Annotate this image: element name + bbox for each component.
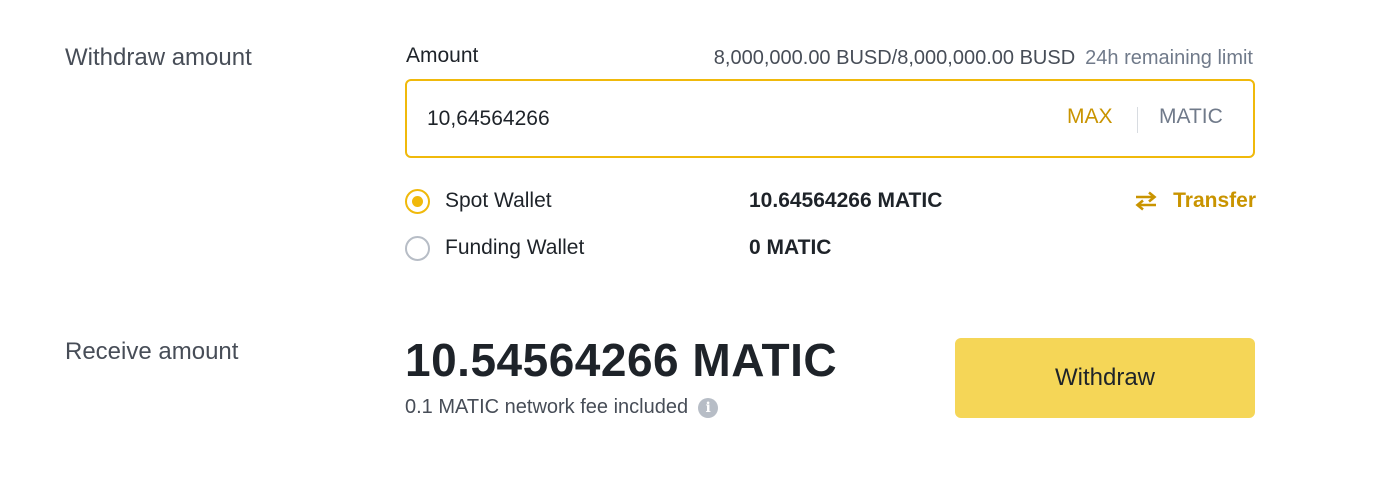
funding-wallet-balance: 0 MATIC bbox=[749, 236, 832, 259]
withdraw-button[interactable]: Withdraw bbox=[955, 338, 1255, 418]
info-icon[interactable]: i bbox=[698, 397, 719, 418]
amount-label: Amount bbox=[406, 44, 479, 67]
transfer-arrows-icon bbox=[1135, 191, 1157, 211]
funding-wallet-radio[interactable] bbox=[405, 236, 430, 261]
withdraw-amount-label: Withdraw amount bbox=[65, 44, 252, 71]
currency-unit: MATIC bbox=[1159, 105, 1223, 128]
wallet-option-spot[interactable]: Spot Wallet 10.64564266 MATIC Transfer bbox=[404, 186, 1256, 218]
transfer-button[interactable]: Transfer bbox=[1135, 186, 1256, 216]
input-divider bbox=[1137, 107, 1138, 133]
remaining-limit: 8,000,000.00 BUSD/8,000,000.00 BUSD 24h r… bbox=[714, 47, 1253, 70]
amount-input-box: MAX MATIC bbox=[405, 79, 1255, 158]
max-button[interactable]: MAX bbox=[1067, 105, 1113, 129]
amount-header: Amount 8,000,000.00 BUSD/8,000,000.00 BU… bbox=[406, 44, 1255, 76]
spot-wallet-label: Spot Wallet bbox=[445, 189, 552, 212]
receive-amount-value: 10.54564266 MATIC bbox=[405, 334, 838, 386]
funding-wallet-label: Funding Wallet bbox=[445, 236, 585, 259]
withdraw-form: Withdraw amount Amount 8,000,000.00 BUSD… bbox=[0, 0, 1400, 488]
fee-text: 0.1 MATIC network fee included bbox=[405, 396, 689, 418]
amount-input[interactable] bbox=[427, 103, 987, 135]
limit-value: 8,000,000.00 BUSD/8,000,000.00 BUSD bbox=[713, 47, 1076, 69]
transfer-label: Transfer bbox=[1173, 189, 1256, 212]
network-fee-note: 0.1 MATIC network fee included i bbox=[405, 396, 719, 419]
wallet-option-funding[interactable]: Funding Wallet 0 MATIC bbox=[404, 233, 1256, 265]
receive-amount-label: Receive amount bbox=[65, 338, 239, 365]
spot-wallet-balance: 10.64564266 MATIC bbox=[749, 189, 943, 212]
spot-wallet-radio[interactable] bbox=[405, 189, 430, 214]
limit-note: 24h remaining limit bbox=[1085, 47, 1253, 69]
